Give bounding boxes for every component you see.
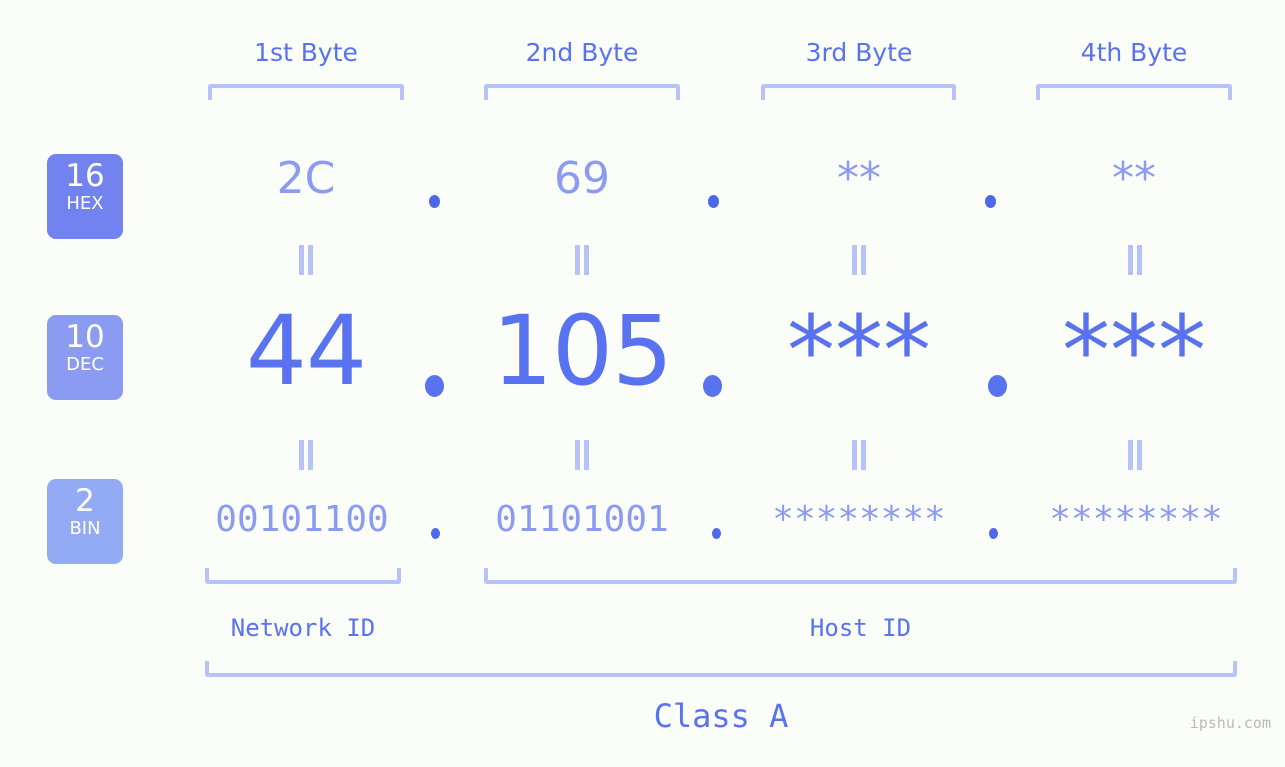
equals-mark-dec-bin-2 — [571, 440, 593, 470]
equals-mark-hex-dec-4 — [1124, 245, 1146, 275]
dec-byte-2: 105 — [491, 295, 673, 407]
class-bracket — [205, 661, 1237, 677]
byte-bracket-1 — [208, 84, 404, 100]
byte-bracket-4 — [1036, 84, 1232, 100]
byte-bracket-2 — [484, 84, 680, 100]
hex-separator-dot-2 — [708, 195, 719, 208]
network-id-bracket — [205, 568, 401, 584]
dec-byte-4: *** — [1062, 295, 1206, 407]
bin-byte-2: 01101001 — [495, 499, 669, 540]
byte-header-4: 4th Byte — [1080, 38, 1188, 67]
class-label: Class A — [653, 697, 789, 735]
equals-mark-hex-dec-3 — [848, 245, 870, 275]
site-watermark: ipshu.com — [1189, 714, 1271, 732]
dec-byte-3: *** — [787, 295, 931, 407]
byte-bracket-3 — [761, 84, 956, 100]
dec-separator-dot-3 — [988, 375, 1007, 397]
hex-separator-dot-1 — [429, 195, 440, 208]
hex-separator-dot-3 — [985, 195, 996, 208]
bin-byte-4: ******** — [1049, 499, 1223, 540]
byte-header-3: 3rd Byte — [805, 38, 913, 67]
hex-byte-3: ** — [837, 153, 881, 204]
hex-byte-1: 2C — [276, 153, 336, 204]
base-badge-hex-label: HEX — [66, 193, 104, 214]
dec-separator-dot-1 — [425, 375, 444, 397]
base-badge-bin: 2 BIN — [47, 479, 123, 564]
equals-mark-dec-bin-3 — [848, 440, 870, 470]
hex-byte-4: ** — [1112, 153, 1156, 204]
base-badge-hex: 16 HEX — [47, 154, 123, 239]
base-badge-dec-label: DEC — [66, 354, 104, 375]
bin-separator-dot-3 — [989, 528, 998, 539]
hex-byte-2: 69 — [554, 153, 610, 204]
host-id-bracket — [484, 568, 1237, 584]
base-badge-dec: 10 DEC — [47, 315, 123, 400]
base-badge-bin-label: BIN — [69, 518, 101, 539]
bin-byte-3: ******** — [772, 499, 946, 540]
byte-header-2: 2nd Byte — [525, 38, 639, 67]
bin-byte-1: 00101100 — [215, 499, 389, 540]
base-badge-bin-number: 2 — [75, 483, 95, 519]
base-badge-hex-number: 16 — [65, 158, 105, 194]
equals-mark-dec-bin-4 — [1124, 440, 1146, 470]
dec-separator-dot-2 — [703, 375, 722, 397]
byte-header-1: 1st Byte — [254, 38, 358, 67]
base-badge-dec-number: 10 — [65, 319, 105, 355]
equals-mark-dec-bin-1 — [295, 440, 317, 470]
dec-byte-1: 44 — [245, 295, 367, 407]
bin-separator-dot-1 — [431, 528, 440, 539]
equals-mark-hex-dec-1 — [295, 245, 317, 275]
network-id-label: Network ID — [230, 614, 376, 642]
equals-mark-hex-dec-2 — [571, 245, 593, 275]
bin-separator-dot-2 — [712, 528, 721, 539]
ip-address-breakdown-diagram: 1st Byte 2nd Byte 3rd Byte 4th Byte 16 H… — [0, 0, 1285, 767]
host-id-label: Host ID — [809, 614, 912, 642]
